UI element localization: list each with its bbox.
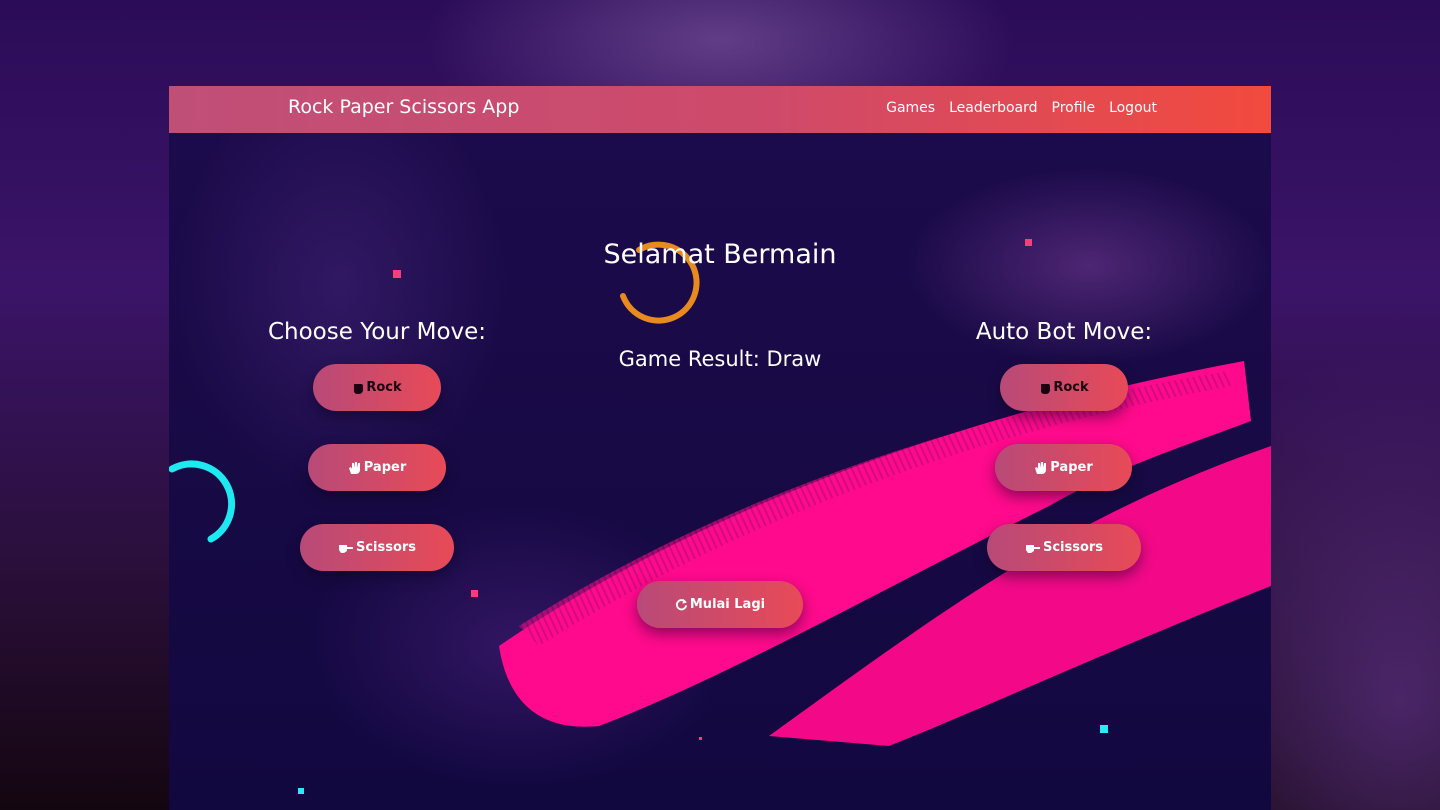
navbar: Rock Paper Scissors App Games Leaderboar… — [169, 86, 1271, 133]
refresh-icon — [675, 598, 688, 611]
bot-heading: Auto Bot Move: — [975, 319, 1153, 345]
bot-rock-label: Rock — [1053, 380, 1089, 395]
bot-rock-button[interactable]: Rock — [1000, 364, 1128, 411]
player-heading: Choose Your Move: — [267, 319, 487, 345]
nav-link-games[interactable]: Games — [886, 100, 935, 116]
restart-button[interactable]: Mulai Lagi — [637, 581, 803, 628]
brand-title[interactable]: Rock Paper Scissors App — [288, 96, 519, 118]
app-window: Rock Paper Scissors App Games Leaderboar… — [169, 86, 1271, 810]
bot-paper-button[interactable]: Paper — [995, 444, 1132, 491]
fist-icon — [1039, 381, 1051, 395]
game-result: Game Result: Draw — [618, 347, 822, 371]
player-scissors-button[interactable]: Scissors — [300, 524, 454, 571]
restart-label: Mulai Lagi — [689, 597, 766, 612]
scissors-hand-icon — [338, 541, 354, 555]
player-paper-label: Paper — [363, 460, 407, 475]
fist-icon — [352, 381, 364, 395]
bot-scissors-label: Scissors — [1042, 540, 1104, 555]
hand-icon — [1034, 461, 1048, 475]
page-title: Selamat Bermain — [603, 239, 837, 270]
player-scissors-label: Scissors — [355, 540, 417, 555]
bot-scissors-button[interactable]: Scissors — [987, 524, 1141, 571]
nav-link-leaderboard[interactable]: Leaderboard — [949, 100, 1037, 116]
nav-link-logout[interactable]: Logout — [1109, 100, 1157, 116]
player-paper-button[interactable]: Paper — [308, 444, 446, 491]
player-rock-button[interactable]: Rock — [313, 364, 441, 411]
hand-icon — [348, 461, 362, 475]
bot-paper-label: Paper — [1050, 460, 1093, 475]
game-area: Selamat Bermain Game Result: Draw Choose… — [169, 86, 1271, 810]
nav-link-profile[interactable]: Profile — [1052, 100, 1096, 116]
player-rock-label: Rock — [366, 380, 402, 395]
nav-links: Games Leaderboard Profile Logout — [886, 100, 1157, 116]
scissors-hand-icon — [1025, 541, 1041, 555]
